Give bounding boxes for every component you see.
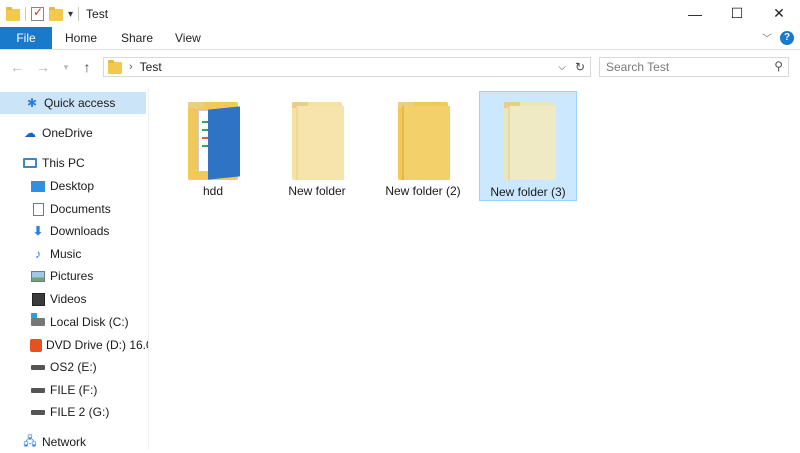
sidebar-item-label: Quick access [44,96,116,110]
sidebar-item-file-f[interactable]: FILE (F:) [0,379,148,401]
address-bar[interactable]: › Test ⌵ ↻ [103,57,591,77]
folder-with-contents-icon [188,102,240,180]
sidebar-item-onedrive[interactable]: ☁ OneDrive [0,122,148,144]
videos-icon [30,292,46,306]
download-icon: ⬇ [32,224,44,238]
customize-toolbar-icon[interactable]: ▾ [68,9,73,20]
ribbon: File Home Share View ﹀ ? [0,27,800,50]
sidebar-item-label: DVD Drive (D:) 16.0. [46,338,148,352]
sidebar-item-label: Local Disk (C:) [50,315,129,329]
sidebar-item-this-pc[interactable]: This PC [0,152,148,174]
file-item-new-folder-3[interactable]: New folder (3) [479,91,577,201]
sidebar-item-label: OneDrive [42,126,93,140]
sidebar-item-os2-e[interactable]: OS2 (E:) [0,356,148,378]
sidebar-item-label: Desktop [50,179,95,193]
tab-file[interactable]: File [0,27,52,49]
navigation-bar: ← → ▾ ↑ › Test ⌵ ↻ ⚲ [0,53,800,81]
documents-icon [30,202,46,216]
chevron-down-icon[interactable]: ⌵ [554,59,570,75]
sidebar-item-label: Music [50,247,82,261]
chevron-right-icon[interactable]: › [129,61,133,73]
dvd-icon [30,338,42,352]
music-icon: ♪ [35,247,41,261]
sidebar-item-label: Documents [50,202,111,216]
pictures-icon [30,269,46,283]
search-box[interactable]: ⚲ [599,57,789,77]
title-bar: ▾ Test — ☐ ✕ [0,0,800,27]
sidebar-item-label: FILE (F:) [50,383,98,397]
refresh-icon[interactable]: ↻ [572,59,588,75]
computer-icon [22,156,38,170]
sidebar-item-quick-access[interactable]: ✱ Quick access [0,92,146,114]
expand-ribbon-icon[interactable]: ﹀ [762,30,772,45]
sidebar-item-label: Downloads [50,224,110,238]
ribbon-right: ﹀ ? [762,30,794,45]
file-name: New folder [288,184,346,198]
divider [25,7,26,21]
sidebar-item-label: FILE 2 (G:) [50,405,110,419]
minimize-button[interactable]: — [674,0,716,27]
sidebar-item-music[interactable]: ♪ Music [0,243,148,265]
tab-view[interactable]: View [175,27,201,49]
sidebar-item-pictures[interactable]: Pictures [0,265,148,287]
desktop-icon [30,179,46,193]
sidebar-item-label: OS2 (E:) [50,360,97,374]
help-icon[interactable]: ? [780,30,794,45]
sidebar-item-label: This PC [42,156,85,170]
tab-home[interactable]: Home [65,27,97,49]
folder-icon [108,60,122,74]
sidebar-item-documents[interactable]: Documents [0,198,148,220]
file-item-new-folder[interactable]: New folder [268,92,366,202]
disk-icon [30,313,46,329]
file-list: hdd New folder New folder (2) New folder… [150,88,800,450]
tab-share[interactable]: Share [121,27,153,49]
file-item-hdd[interactable]: hdd [164,92,262,202]
sidebar-item-videos[interactable]: Videos [0,288,148,310]
folder-icon[interactable] [6,7,20,21]
star-icon: ✱ [26,96,38,110]
quick-access-toolbar: ▾ Test [6,4,108,24]
navigation-pane: ✱ Quick access ☁ OneDrive This PC Deskto… [0,88,149,450]
drive-icon [30,360,46,374]
network-icon: 🖧 [23,433,37,448]
window-title: Test [86,7,109,21]
window-controls: — ☐ ✕ [674,0,800,27]
folder-icon [292,102,344,180]
sidebar-item-label: Videos [50,292,87,306]
up-button[interactable]: ↑ [78,58,96,76]
search-input[interactable] [600,58,766,76]
divider [78,7,80,21]
file-name: hdd [202,184,224,198]
sidebar-item-desktop[interactable]: Desktop [0,175,148,197]
folder-icon [398,102,450,180]
sidebar-item-label: Pictures [50,269,94,283]
cloud-icon: ☁ [24,126,36,140]
drive-icon [30,405,46,419]
sidebar-item-file2-g[interactable]: FILE 2 (G:) [0,401,148,423]
file-name: New folder (3) [490,185,566,199]
new-folder-icon[interactable] [49,7,63,21]
sidebar-item-dvd-drive-d[interactable]: DVD Drive (D:) 16.0. [0,334,148,356]
sidebar-item-label: Network [42,435,87,449]
close-button[interactable]: ✕ [758,0,800,27]
breadcrumb[interactable]: Test [140,60,162,74]
sidebar-item-local-disk-c[interactable]: Local Disk (C:) [0,311,148,333]
properties-icon[interactable] [31,5,44,21]
folder-icon [504,102,556,180]
forward-button[interactable]: → [34,58,52,76]
file-item-new-folder-2[interactable]: New folder (2) [374,92,472,202]
sidebar-item-downloads[interactable]: ⬇ Downloads [0,220,148,242]
file-name: New folder (2) [385,184,461,198]
drive-icon [30,383,46,397]
back-button[interactable]: ← [8,58,26,76]
maximize-button[interactable]: ☐ [716,0,758,27]
recent-locations-button[interactable]: ▾ [57,58,75,76]
search-icon[interactable]: ⚲ [774,59,783,73]
